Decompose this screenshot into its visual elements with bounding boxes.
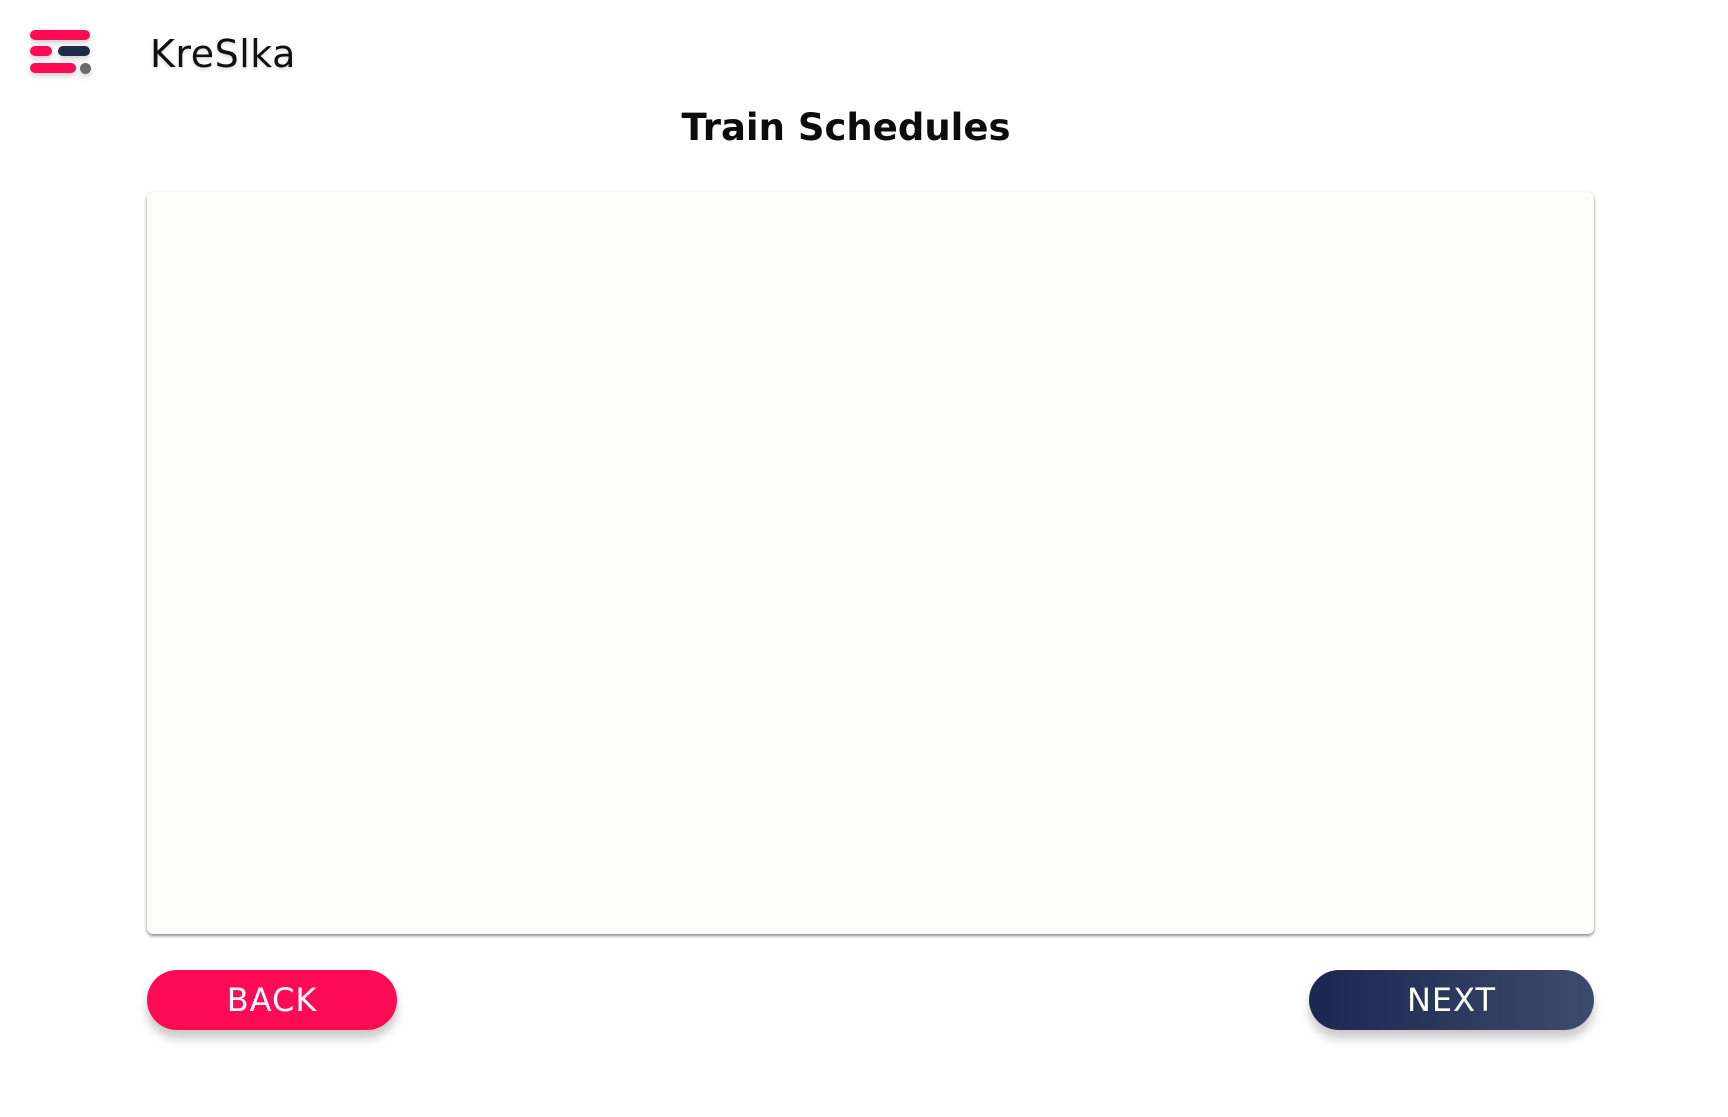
brand[interactable]: KreSlka	[28, 26, 296, 82]
page-title: Train Schedules	[681, 106, 1011, 149]
next-button[interactable]: NEXT	[1309, 970, 1594, 1030]
brand-name: KreSlka	[150, 32, 296, 76]
page: KreSlka Train Schedules BACK NEXT	[0, 0, 1728, 1117]
kreslka-logo-icon	[28, 26, 94, 82]
back-button[interactable]: BACK	[147, 970, 397, 1030]
schedule-content-panel	[147, 192, 1594, 934]
